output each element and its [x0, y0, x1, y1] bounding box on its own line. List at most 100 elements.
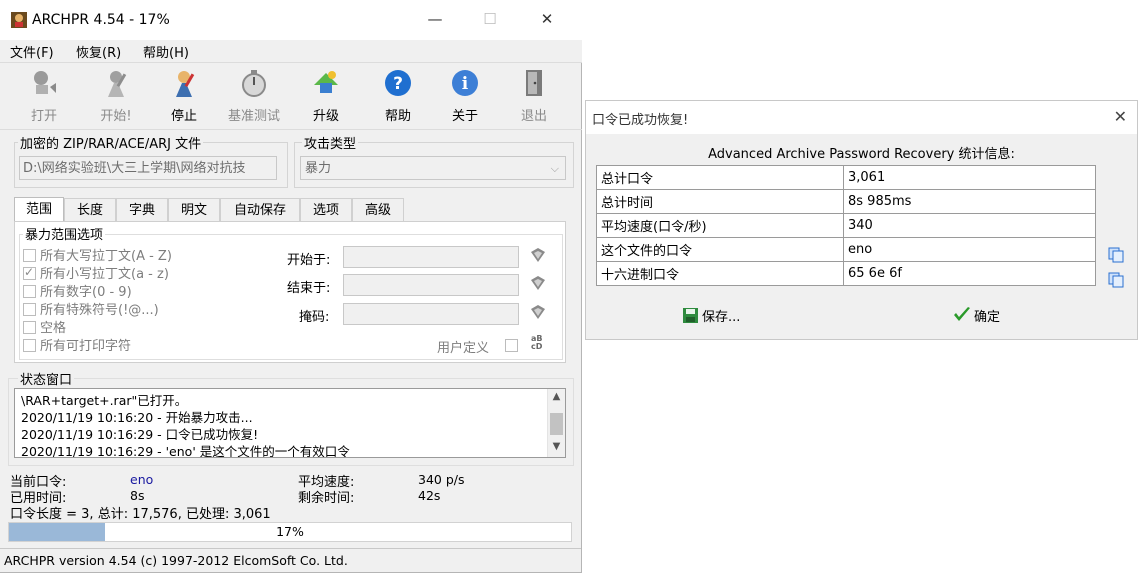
- end-at-picker-icon[interactable]: [529, 274, 547, 292]
- all-printable-option[interactable]: 所有可打印字符: [23, 335, 132, 354]
- help-icon: ?: [385, 70, 411, 96]
- app-logo-icon: [11, 12, 27, 28]
- upgrade-button[interactable]: 升级: [298, 67, 354, 127]
- mask-input[interactable]: [343, 303, 519, 325]
- status-window-label: 状态窗口: [18, 369, 75, 388]
- lowercase-option[interactable]: 所有小写拉丁文(a - z): [23, 263, 169, 282]
- copy-password-icon[interactable]: [1107, 246, 1125, 264]
- log-line: 2020/11/19 10:16:29 - 'eno' 是这个文件的一个有效口令: [21, 444, 350, 458]
- stop-label: 停止: [170, 109, 197, 124]
- scroll-down-icon[interactable]: ▼: [548, 441, 565, 452]
- dialog-title-bar[interactable]: 口令已成功恢复! ✕: [586, 101, 1137, 134]
- digits-option[interactable]: 所有数字(0 - 9): [23, 281, 132, 300]
- end-at-input[interactable]: [343, 274, 519, 296]
- file-path-field[interactable]: D:\网络实验班\大三上学期\网络对抗技: [19, 156, 277, 180]
- svg-text:cD: cD: [531, 342, 543, 350]
- space-label: 空格: [40, 321, 67, 336]
- save-label: 保存...: [702, 310, 741, 325]
- start-from-input[interactable]: [343, 246, 519, 268]
- stats-table: 总计口令 3,061 总计时间 8s 985ms 平均速度(口令/秒) 340 这个文…: [596, 165, 1096, 286]
- title-bar[interactable]: ARCHPR 4.54 - 17% — ☐ ✕: [0, 0, 582, 40]
- dialog-close-button[interactable]: ✕: [1114, 107, 1127, 126]
- start-icon: [108, 71, 127, 97]
- start-button[interactable]: 开始!: [88, 67, 144, 127]
- end-at-label: 结束于:: [287, 281, 331, 296]
- tab-dictionary[interactable]: 字典: [116, 198, 168, 221]
- space-checkbox[interactable]: [23, 321, 36, 334]
- stat-value: 8s 985ms: [843, 189, 1096, 214]
- tab-plaintext[interactable]: 明文: [168, 198, 220, 221]
- encrypted-file-label: 加密的 ZIP/RAR/ACE/ARJ 文件: [18, 133, 204, 152]
- scroll-up-icon[interactable]: ▲: [548, 391, 565, 402]
- tab-autosave[interactable]: 自动保存: [220, 198, 300, 221]
- user-defined-checkbox[interactable]: [505, 339, 518, 352]
- stat-value[interactable]: eno: [843, 237, 1096, 262]
- copy-hex-password-icon[interactable]: [1107, 271, 1125, 289]
- menu-help[interactable]: 帮助(H): [143, 42, 189, 61]
- tab-length[interactable]: 长度: [64, 198, 116, 221]
- menu-file[interactable]: 文件(F): [10, 42, 54, 61]
- stat-key: 这个文件的口令: [596, 237, 844, 262]
- exit-button[interactable]: 退出: [506, 67, 562, 127]
- info-icon: i: [452, 70, 478, 96]
- save-button[interactable]: 保存...: [682, 306, 740, 325]
- open-icon: [34, 71, 56, 94]
- progress-bar: 17%: [8, 522, 572, 542]
- password-recovered-dialog: 口令已成功恢复! ✕ Advanced Archive Password Rec…: [585, 100, 1138, 340]
- about-button[interactable]: i 关于: [437, 67, 493, 127]
- menu-recovery[interactable]: 恢复(R): [76, 42, 121, 61]
- log-scrollbar[interactable]: ▲ ▼: [547, 389, 565, 457]
- minimize-button[interactable]: —: [420, 10, 450, 30]
- all-printable-checkbox[interactable]: [23, 339, 36, 352]
- start-from-label: 开始于:: [287, 253, 331, 268]
- attack-type-select[interactable]: 暴力 ⌵: [300, 156, 566, 180]
- help-button[interactable]: ? 帮助: [370, 67, 426, 127]
- benchmark-button[interactable]: 基准测试: [222, 67, 286, 127]
- charset-edit-icon[interactable]: aBcD: [529, 332, 547, 350]
- brute-force-range-label: 暴力范围选项: [23, 224, 106, 243]
- mask-picker-icon[interactable]: [529, 303, 547, 321]
- tab-advanced[interactable]: 高级: [352, 198, 404, 221]
- start-from-picker-icon[interactable]: [529, 246, 547, 264]
- all-printable-label: 所有可打印字符: [40, 339, 132, 354]
- open-label: 打开: [30, 109, 57, 124]
- stopwatch-icon: [242, 70, 266, 97]
- exit-door-icon: [526, 70, 542, 96]
- uppercase-option[interactable]: 所有大写拉丁文(A - Z): [23, 245, 172, 264]
- table-row: 这个文件的口令 eno: [596, 237, 1096, 262]
- menu-bar: 文件(F) 恢复(R) 帮助(H): [0, 40, 582, 62]
- uppercase-label: 所有大写拉丁文(A - Z): [40, 249, 172, 264]
- digits-label: 所有数字(0 - 9): [40, 285, 132, 300]
- toolbar: 打开 开始! 停止 基准测试 升级 ? 帮助 i 关于 退出: [0, 62, 582, 130]
- lowercase-checkbox[interactable]: [23, 265, 36, 280]
- close-button[interactable]: ✕: [532, 10, 562, 30]
- uppercase-checkbox[interactable]: [23, 249, 36, 262]
- tab-options[interactable]: 选项: [300, 198, 352, 221]
- status-bar: ARCHPR version 4.54 (c) 1997-2012 ElcomS…: [0, 548, 581, 572]
- archpr-main-window: ARCHPR 4.54 - 17% — ☐ ✕ 文件(F) 恢复(R) 帮助(H…: [0, 0, 582, 573]
- dialog-heading: Advanced Archive Password Recovery 统计信息:: [708, 147, 1015, 162]
- avg-speed-value: 340 p/s: [418, 472, 465, 487]
- special-chars-checkbox[interactable]: [23, 303, 36, 316]
- status-log[interactable]: \RAR+target+.rar"已打开。 2020/11/19 10:16:2…: [14, 388, 566, 458]
- special-chars-option[interactable]: 所有特殊符号(!@...): [23, 299, 159, 318]
- scroll-thumb[interactable]: [550, 413, 563, 435]
- stop-button[interactable]: 停止: [156, 67, 212, 127]
- open-button[interactable]: 打开: [16, 67, 72, 127]
- window-title: ARCHPR 4.54 - 17%: [32, 12, 170, 28]
- space-option[interactable]: 空格: [23, 317, 67, 336]
- upgrade-label: 升级: [312, 109, 339, 124]
- start-label: 开始!: [100, 109, 132, 124]
- tab-range[interactable]: 范围: [14, 197, 64, 222]
- svg-text:i: i: [462, 74, 469, 94]
- checkmark-icon: [954, 307, 970, 321]
- digits-checkbox[interactable]: [23, 285, 36, 298]
- about-label: 关于: [451, 109, 478, 124]
- floppy-disk-icon: [683, 308, 698, 323]
- mask-label: 掩码:: [299, 310, 330, 325]
- stat-value[interactable]: 65 6e 6f: [843, 261, 1096, 286]
- remaining-time-label: 剩余时间:: [298, 491, 355, 506]
- table-row: 十六进制口令 65 6e 6f: [596, 261, 1096, 286]
- maximize-button[interactable]: ☐: [475, 10, 505, 30]
- ok-button[interactable]: 确定: [953, 306, 1000, 325]
